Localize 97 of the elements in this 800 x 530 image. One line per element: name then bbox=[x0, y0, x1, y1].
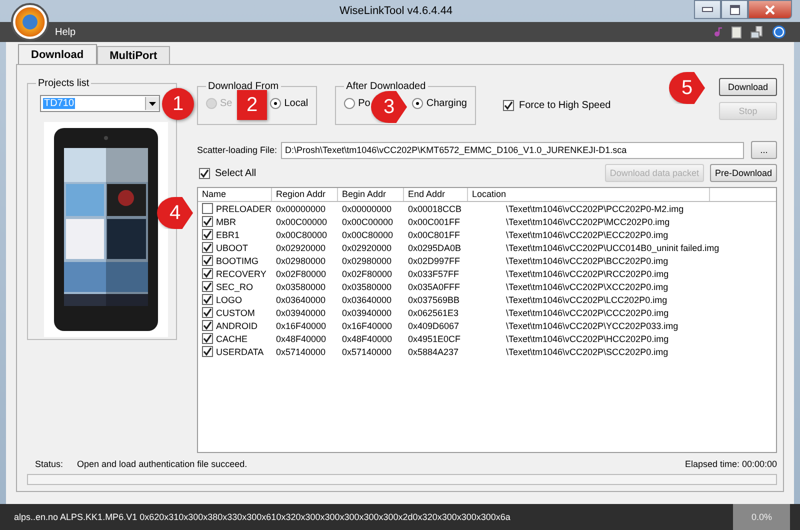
row-checkbox[interactable]: CACHE bbox=[198, 333, 272, 344]
column-header[interactable]: Location bbox=[468, 188, 710, 201]
row-checkbox[interactable]: USERDATA bbox=[198, 346, 272, 357]
table-cell-text: \Texet\tm1046\vCC202P\ECC202P0.img bbox=[505, 230, 668, 240]
table-cell-text: 0x033F57FF bbox=[407, 268, 460, 278]
table-cell-text: 0x02980000 bbox=[341, 256, 393, 266]
table-cell-text: 0x02920000 bbox=[341, 242, 393, 252]
table-cell-text: 0x48F40000 bbox=[275, 334, 328, 344]
table-cell-text: 0x57140000 bbox=[275, 346, 327, 356]
table-cell-text: \Texet\tm1046\vCC202P\HCC202P0.img bbox=[505, 334, 669, 344]
close-icon bbox=[764, 4, 776, 14]
table-cell-text: 0x16F40000 bbox=[341, 320, 394, 330]
check-icon bbox=[200, 168, 209, 178]
table-cell-text: \Texet\tm1046\vCC202P\YCC202P033.img bbox=[505, 320, 678, 330]
radio-option[interactable]: Charging bbox=[412, 98, 467, 109]
step-badge: 2 bbox=[237, 90, 267, 120]
status-label: Status: bbox=[35, 459, 64, 469]
close-button[interactable] bbox=[748, 0, 792, 19]
column-header[interactable]: Begin Addr bbox=[338, 188, 404, 201]
row-checkbox[interactable]: LOGO bbox=[198, 294, 272, 305]
table-cell-text: 0x02920000 bbox=[275, 242, 327, 252]
table-cell-text: 0x03640000 bbox=[275, 294, 327, 304]
elapsed-time: Elapsed time: 00:00:00 bbox=[684, 459, 777, 469]
table-cell-text: 0x16F40000 bbox=[275, 320, 328, 330]
row-checkbox[interactable]: CUSTOM bbox=[198, 307, 272, 318]
table-cell-text: 0x409D6067 bbox=[407, 320, 460, 330]
table-cell-text: 0x48F40000 bbox=[341, 334, 394, 344]
table-cell-text: 0x57140000 bbox=[341, 346, 393, 356]
status-message: Open and load authentication file succeed. bbox=[77, 459, 248, 469]
status-bar-text: alps..en.no ALPS.KK1.MP6.V1 0x620x310x300x380x330x300x610x320x300x300x300x300x300x2d0x320x300x300x300x6a bbox=[14, 512, 510, 522]
table-cell-text: 0x4951E0CF bbox=[407, 334, 462, 344]
row-checkbox[interactable]: PRELOADER bbox=[198, 203, 272, 214]
table-cell-text: \Texet\tm1046\vCC202P\BCC202P0.img bbox=[505, 256, 668, 266]
table-cell-text: 0x02F80000 bbox=[341, 268, 394, 278]
table-cell-text: 0x03940000 bbox=[341, 308, 393, 318]
progress-percent: 0.0% bbox=[733, 504, 790, 530]
action-button[interactable]: Pre-Download bbox=[710, 164, 777, 182]
table-cell-text: 0x03640000 bbox=[341, 294, 393, 304]
scatter-file-field[interactable]: D:\Prosh\Texet\tm1046\vCC202P\KMT6572_EMMC_D106_V1.0_JURENKEJI-D1.sca bbox=[281, 142, 744, 158]
row-checkbox[interactable]: MBR bbox=[198, 216, 272, 227]
table-cell-text: \Texet\tm1046\vCC202P\UCC014B0_uninit failed.img bbox=[505, 242, 720, 252]
radio-option[interactable]: Local bbox=[270, 98, 308, 109]
checkbox-option[interactable]: Force to High Speed bbox=[502, 100, 611, 111]
table-cell-text: \Texet\tm1046\vCC202P\CCC202P0.img bbox=[505, 308, 669, 318]
table-cell-text: \Texet\tm1046\vCC202P\SCC202P0.img bbox=[505, 346, 668, 356]
table-cell-text: 0x035A0FFF bbox=[407, 282, 462, 292]
tab[interactable]: Download bbox=[18, 44, 97, 64]
column-header[interactable]: Region Addr bbox=[272, 188, 338, 201]
table-cell-text: 0x00C801FF bbox=[407, 230, 462, 240]
field-label: Scatter-loading File: bbox=[197, 145, 278, 155]
radio-option[interactable]: Po bbox=[344, 98, 370, 109]
table-cell-text: 0x03580000 bbox=[341, 282, 393, 292]
table-cell-text: 0x00018CCB bbox=[407, 204, 463, 214]
table-cell-text: 0x00000000 bbox=[275, 204, 327, 214]
group-label: After Downloaded bbox=[345, 81, 427, 92]
row-checkbox[interactable]: UBOOT bbox=[198, 242, 272, 253]
checkbox-option[interactable]: Select All bbox=[199, 168, 256, 178]
tab[interactable]: MultiPort bbox=[96, 46, 170, 64]
table-cell-text: 0x062561E3 bbox=[407, 308, 460, 318]
table-cell-text: 0x00C00000 bbox=[275, 216, 328, 226]
row-checkbox[interactable]: SEC_RO bbox=[198, 281, 272, 292]
table-cell-text: 0x02F80000 bbox=[275, 268, 328, 278]
table-cell-text: \Texet\tm1046\vCC202P\LCC202P0.img bbox=[505, 294, 668, 304]
table-cell-text: 0x037569BB bbox=[407, 294, 461, 304]
table-cell-text: 0x00C80000 bbox=[275, 230, 328, 240]
table-cell-text: \Texet\tm1046\vCC202P\PCC202P0-M2.img bbox=[505, 204, 684, 214]
app-logo-icon bbox=[11, 3, 49, 41]
action-button[interactable]: Download bbox=[719, 78, 777, 96]
table-cell-text: 0x02D997FF bbox=[407, 256, 462, 266]
row-checkbox[interactable]: BOOTIMG bbox=[198, 255, 272, 266]
table-cell-text: 0x00000000 bbox=[341, 204, 393, 214]
check-icon bbox=[504, 101, 513, 110]
table-cell-text: 0x02980000 bbox=[275, 256, 327, 266]
menu-item[interactable]: Help bbox=[55, 26, 76, 38]
table-cell-text: \Texet\tm1046\vCC202P\MCC202P0.img bbox=[505, 216, 670, 226]
caret-icon bbox=[149, 102, 156, 106]
browse-button[interactable]: ... bbox=[751, 141, 777, 159]
column-header[interactable]: Name bbox=[198, 188, 272, 201]
group-label: Projects list bbox=[37, 78, 90, 89]
group-label: Download From bbox=[207, 81, 280, 92]
table-cell-text: \Texet\tm1046\vCC202P\XCC202P0.img bbox=[505, 282, 668, 292]
minimize-button[interactable] bbox=[694, 0, 721, 19]
table-cell-text: \Texet\tm1046\vCC202P\RCC202P0.img bbox=[505, 268, 669, 278]
row-checkbox[interactable]: ANDROID bbox=[198, 320, 272, 331]
table-cell-text: 0x03940000 bbox=[275, 308, 327, 318]
maximize-button[interactable] bbox=[721, 0, 748, 19]
table-cell-text: 0x0295DA0B bbox=[407, 242, 462, 252]
table-cell-text: 0x00C001FF bbox=[407, 216, 462, 226]
column-header[interactable]: End Addr bbox=[404, 188, 468, 201]
window-title: WiseLinkTool v4.6.4.44 bbox=[338, 5, 454, 17]
row-checkbox[interactable]: RECOVERY bbox=[198, 268, 272, 279]
row-checkbox[interactable]: EBR1 bbox=[198, 229, 272, 240]
table-cell-text: 0x00C00000 bbox=[341, 216, 394, 226]
table-cell-text: 0x03580000 bbox=[275, 282, 327, 292]
table-cell-text: 0x00C80000 bbox=[341, 230, 394, 240]
document-icon[interactable] bbox=[731, 26, 742, 38]
table-cell-text: 0x5884A237 bbox=[407, 346, 460, 356]
